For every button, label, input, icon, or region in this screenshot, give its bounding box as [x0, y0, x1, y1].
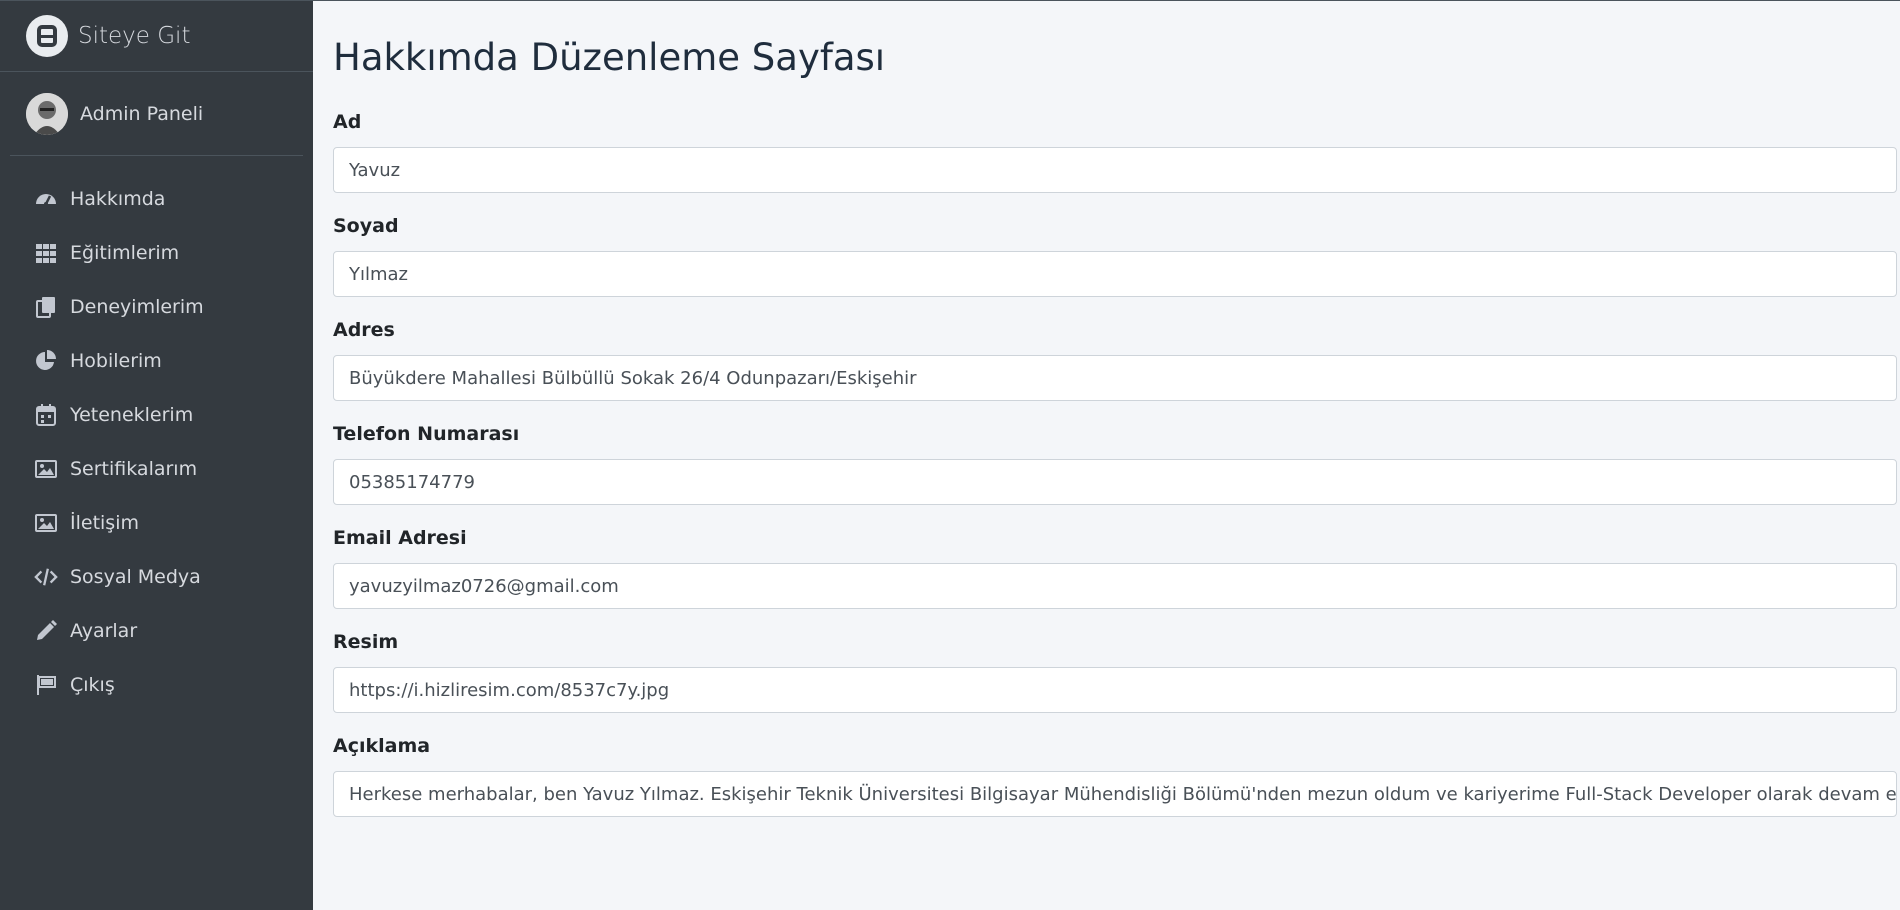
- field-resim: Resim https://i.hizliresim.com/8537c7y.j…: [333, 629, 1897, 713]
- field-label: Resim: [333, 631, 399, 653]
- copy-icon: [34, 295, 58, 319]
- grid-icon: [34, 241, 58, 265]
- sidebar-item-label: Sertifikalarım: [70, 458, 198, 480]
- sidebar-item-sosyal-medya[interactable]: Sosyal Medya: [0, 550, 313, 604]
- email-input[interactable]: yavuzyilmaz0726@gmail.com: [333, 563, 1897, 609]
- code-icon: [34, 565, 58, 589]
- about-form: Ad Yavuz Soyad Yılmaz Adres Büyükdere Ma…: [333, 109, 1897, 817]
- image-icon: [34, 457, 58, 481]
- sidebar-item-cikis[interactable]: Çıkış: [0, 658, 313, 712]
- sidebar-item-hakkimda[interactable]: Hakkımda: [0, 172, 313, 226]
- sidebar-item-egitimlerim[interactable]: Eğitimlerim: [0, 226, 313, 280]
- field-label: Ad: [333, 111, 362, 133]
- user-avatar: [26, 92, 68, 135]
- sidebar-nav: Hakkımda Eğitimlerim Deneyimlerim Hobile…: [0, 156, 313, 712]
- page-title: Hakkımda Düzenleme Sayfası: [333, 36, 886, 79]
- field-label: Adres: [333, 319, 395, 341]
- sidebar: Siteye Git Admin Paneli Hakkımda Eğitiml…: [0, 0, 313, 910]
- sidebar-item-label: Deneyimlerim: [70, 296, 204, 318]
- brand-link[interactable]: Siteye Git: [0, 1, 313, 72]
- user-name: Admin Paneli: [80, 102, 204, 125]
- brand-text: Siteye Git: [78, 23, 191, 49]
- sidebar-item-deneyimlerim[interactable]: Deneyimlerim: [0, 280, 313, 334]
- pie-chart-icon: [34, 349, 58, 373]
- user-panel[interactable]: Admin Paneli: [10, 72, 303, 156]
- field-label: Email Adresi: [333, 527, 467, 549]
- field-label: Soyad: [333, 215, 399, 237]
- field-soyad: Soyad Yılmaz: [333, 213, 1897, 297]
- sidebar-item-label: Yeteneklerim: [70, 404, 194, 426]
- field-label: Açıklama: [333, 735, 431, 757]
- adres-input[interactable]: Büyükdere Mahallesi Bülbüllü Sokak 26/4 …: [333, 355, 1897, 401]
- field-adres: Adres Büyükdere Mahallesi Bülbüllü Sokak…: [333, 317, 1897, 401]
- tachometer-icon: [34, 187, 58, 211]
- sidebar-item-iletisim[interactable]: İletişim: [0, 496, 313, 550]
- sidebar-item-yeteneklerim[interactable]: Yeteneklerim: [0, 388, 313, 442]
- image-icon: [34, 511, 58, 535]
- calendar-icon: [34, 403, 58, 427]
- sidebar-item-ayarlar[interactable]: Ayarlar: [0, 604, 313, 658]
- sidebar-item-label: Eğitimlerim: [70, 242, 180, 264]
- sidebar-item-label: Hobilerim: [70, 350, 162, 372]
- field-telefon: Telefon Numarası 05385174779: [333, 421, 1897, 505]
- brand-logo-icon: [26, 15, 68, 57]
- field-aciklama: Açıklama Herkese merhabalar, ben Yavuz Y…: [333, 733, 1897, 817]
- sidebar-item-label: Çıkış: [70, 674, 115, 696]
- ad-input[interactable]: Yavuz: [333, 147, 1897, 193]
- flag-icon: [34, 673, 58, 697]
- telefon-input[interactable]: 05385174779: [333, 459, 1897, 505]
- sidebar-item-label: Hakkımda: [70, 188, 166, 210]
- soyad-input[interactable]: Yılmaz: [333, 251, 1897, 297]
- sidebar-item-hobilerim[interactable]: Hobilerim: [0, 334, 313, 388]
- field-label: Telefon Numarası: [333, 423, 520, 445]
- sidebar-item-label: Ayarlar: [70, 620, 138, 642]
- field-ad: Ad Yavuz: [333, 109, 1897, 193]
- resim-input[interactable]: https://i.hizliresim.com/8537c7y.jpg: [333, 667, 1897, 713]
- pencil-icon: [34, 619, 58, 643]
- main-content: Hakkımda Düzenleme Sayfası Ad Yavuz Soya…: [313, 0, 1900, 910]
- field-email: Email Adresi yavuzyilmaz0726@gmail.com: [333, 525, 1897, 609]
- sidebar-item-label: Sosyal Medya: [70, 566, 201, 588]
- sidebar-item-label: İletişim: [70, 512, 139, 534]
- sidebar-item-sertifikalarim[interactable]: Sertifikalarım: [0, 442, 313, 496]
- aciklama-textarea[interactable]: Herkese merhabalar, ben Yavuz Yılmaz. Es…: [333, 771, 1897, 817]
